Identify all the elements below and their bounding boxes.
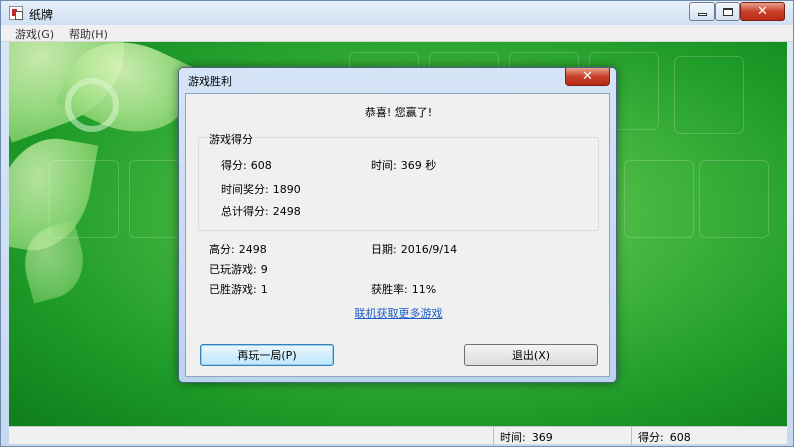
games-won-value: 1 — [260, 283, 268, 296]
games-played-field: 已玩游戏: 9 — [209, 261, 268, 277]
background-ring — [65, 78, 119, 132]
minimize-button[interactable] — [689, 2, 715, 21]
games-played-label: 已玩游戏: — [209, 263, 257, 276]
dialog-title: 游戏胜利 — [188, 75, 232, 88]
time-bonus-label: 时间奖分: — [221, 183, 269, 196]
date-value: 2016/9/14 — [400, 243, 458, 256]
status-bar: 时间: 369 得分: 608 — [9, 426, 787, 445]
time-label: 时间: — [371, 159, 397, 172]
score-group: 游戏得分 得分: 608 时间: 369 秒 时间奖分: 1890 总计得分: 2498 — [198, 131, 599, 231]
app-window: 纸牌 ✕ 游戏(G) 帮助(H) 时间: 369 得分: 608 游戏胜利 ✕ … — [0, 0, 794, 447]
total-score-field: 总计得分: 2498 — [221, 203, 301, 219]
score-group-label: 游戏得分 — [207, 131, 255, 147]
status-time-label: 时间: — [500, 431, 526, 444]
status-score: 得分: 608 — [631, 427, 787, 445]
date-label: 日期: — [371, 243, 397, 256]
win-rate-field: 获胜率: 11% — [371, 281, 436, 297]
score-value: 608 — [250, 159, 272, 172]
total-score-value: 2498 — [272, 205, 301, 218]
status-time: 时间: 369 — [493, 427, 631, 445]
exit-button[interactable]: 退出(X) — [464, 344, 598, 366]
status-score-value: 608 — [669, 431, 691, 444]
card-slot — [624, 160, 694, 238]
time-bonus-value: 1890 — [272, 183, 301, 196]
menu-help[interactable]: 帮助(H) — [69, 26, 108, 42]
title-bar[interactable]: 纸牌 ✕ — [1, 1, 793, 25]
date-field: 日期: 2016/9/14 — [371, 241, 457, 257]
window-title: 纸牌 — [29, 8, 54, 22]
high-score-label: 高分: — [209, 243, 235, 256]
congrats-message: 恭喜! 您赢了! — [364, 106, 433, 119]
maximize-button[interactable] — [715, 2, 740, 21]
close-icon: ✕ — [757, 4, 768, 19]
minimize-icon — [697, 13, 707, 16]
total-score-label: 总计得分: — [221, 205, 269, 218]
close-icon: ✕ — [582, 69, 593, 84]
menu-bar: 游戏(G) 帮助(H) — [1, 25, 793, 42]
menu-game[interactable]: 游戏(G) — [15, 26, 54, 42]
score-label: 得分: — [221, 159, 247, 172]
win-rate-value: 11% — [411, 283, 437, 296]
time-value: 369 秒 — [400, 159, 437, 172]
dialog-close-button[interactable]: ✕ — [565, 68, 610, 86]
close-button[interactable]: ✕ — [740, 2, 785, 21]
maximize-icon — [722, 7, 733, 16]
games-won-field: 已胜游戏: 1 — [209, 281, 268, 297]
score-field: 得分: 608 — [221, 157, 272, 173]
status-score-label: 得分: — [638, 431, 664, 444]
high-score-value: 2498 — [238, 243, 267, 256]
card-slot — [674, 56, 744, 134]
more-games-link[interactable]: 联机获取更多游戏 — [186, 305, 611, 321]
card-slot — [49, 160, 119, 238]
dialog-body: 恭喜! 您赢了! 游戏得分 得分: 608 时间: 369 秒 时间奖分: 1890 … — [185, 93, 610, 377]
solitaire-app-icon[interactable] — [9, 6, 23, 20]
game-won-dialog: 游戏胜利 ✕ 恭喜! 您赢了! 游戏得分 得分: 608 时间: 369 秒 时间奖… — [178, 67, 617, 383]
games-won-label: 已胜游戏: — [209, 283, 257, 296]
time-field: 时间: 369 秒 — [371, 157, 436, 173]
play-again-button[interactable]: 再玩一局(P) — [200, 344, 334, 366]
time-bonus-field: 时间奖分: 1890 — [221, 181, 301, 197]
high-score-field: 高分: 2498 — [209, 241, 267, 257]
card-slot — [699, 160, 769, 238]
status-time-value: 369 — [531, 431, 553, 444]
games-played-value: 9 — [260, 263, 268, 276]
win-rate-label: 获胜率: — [371, 283, 408, 296]
